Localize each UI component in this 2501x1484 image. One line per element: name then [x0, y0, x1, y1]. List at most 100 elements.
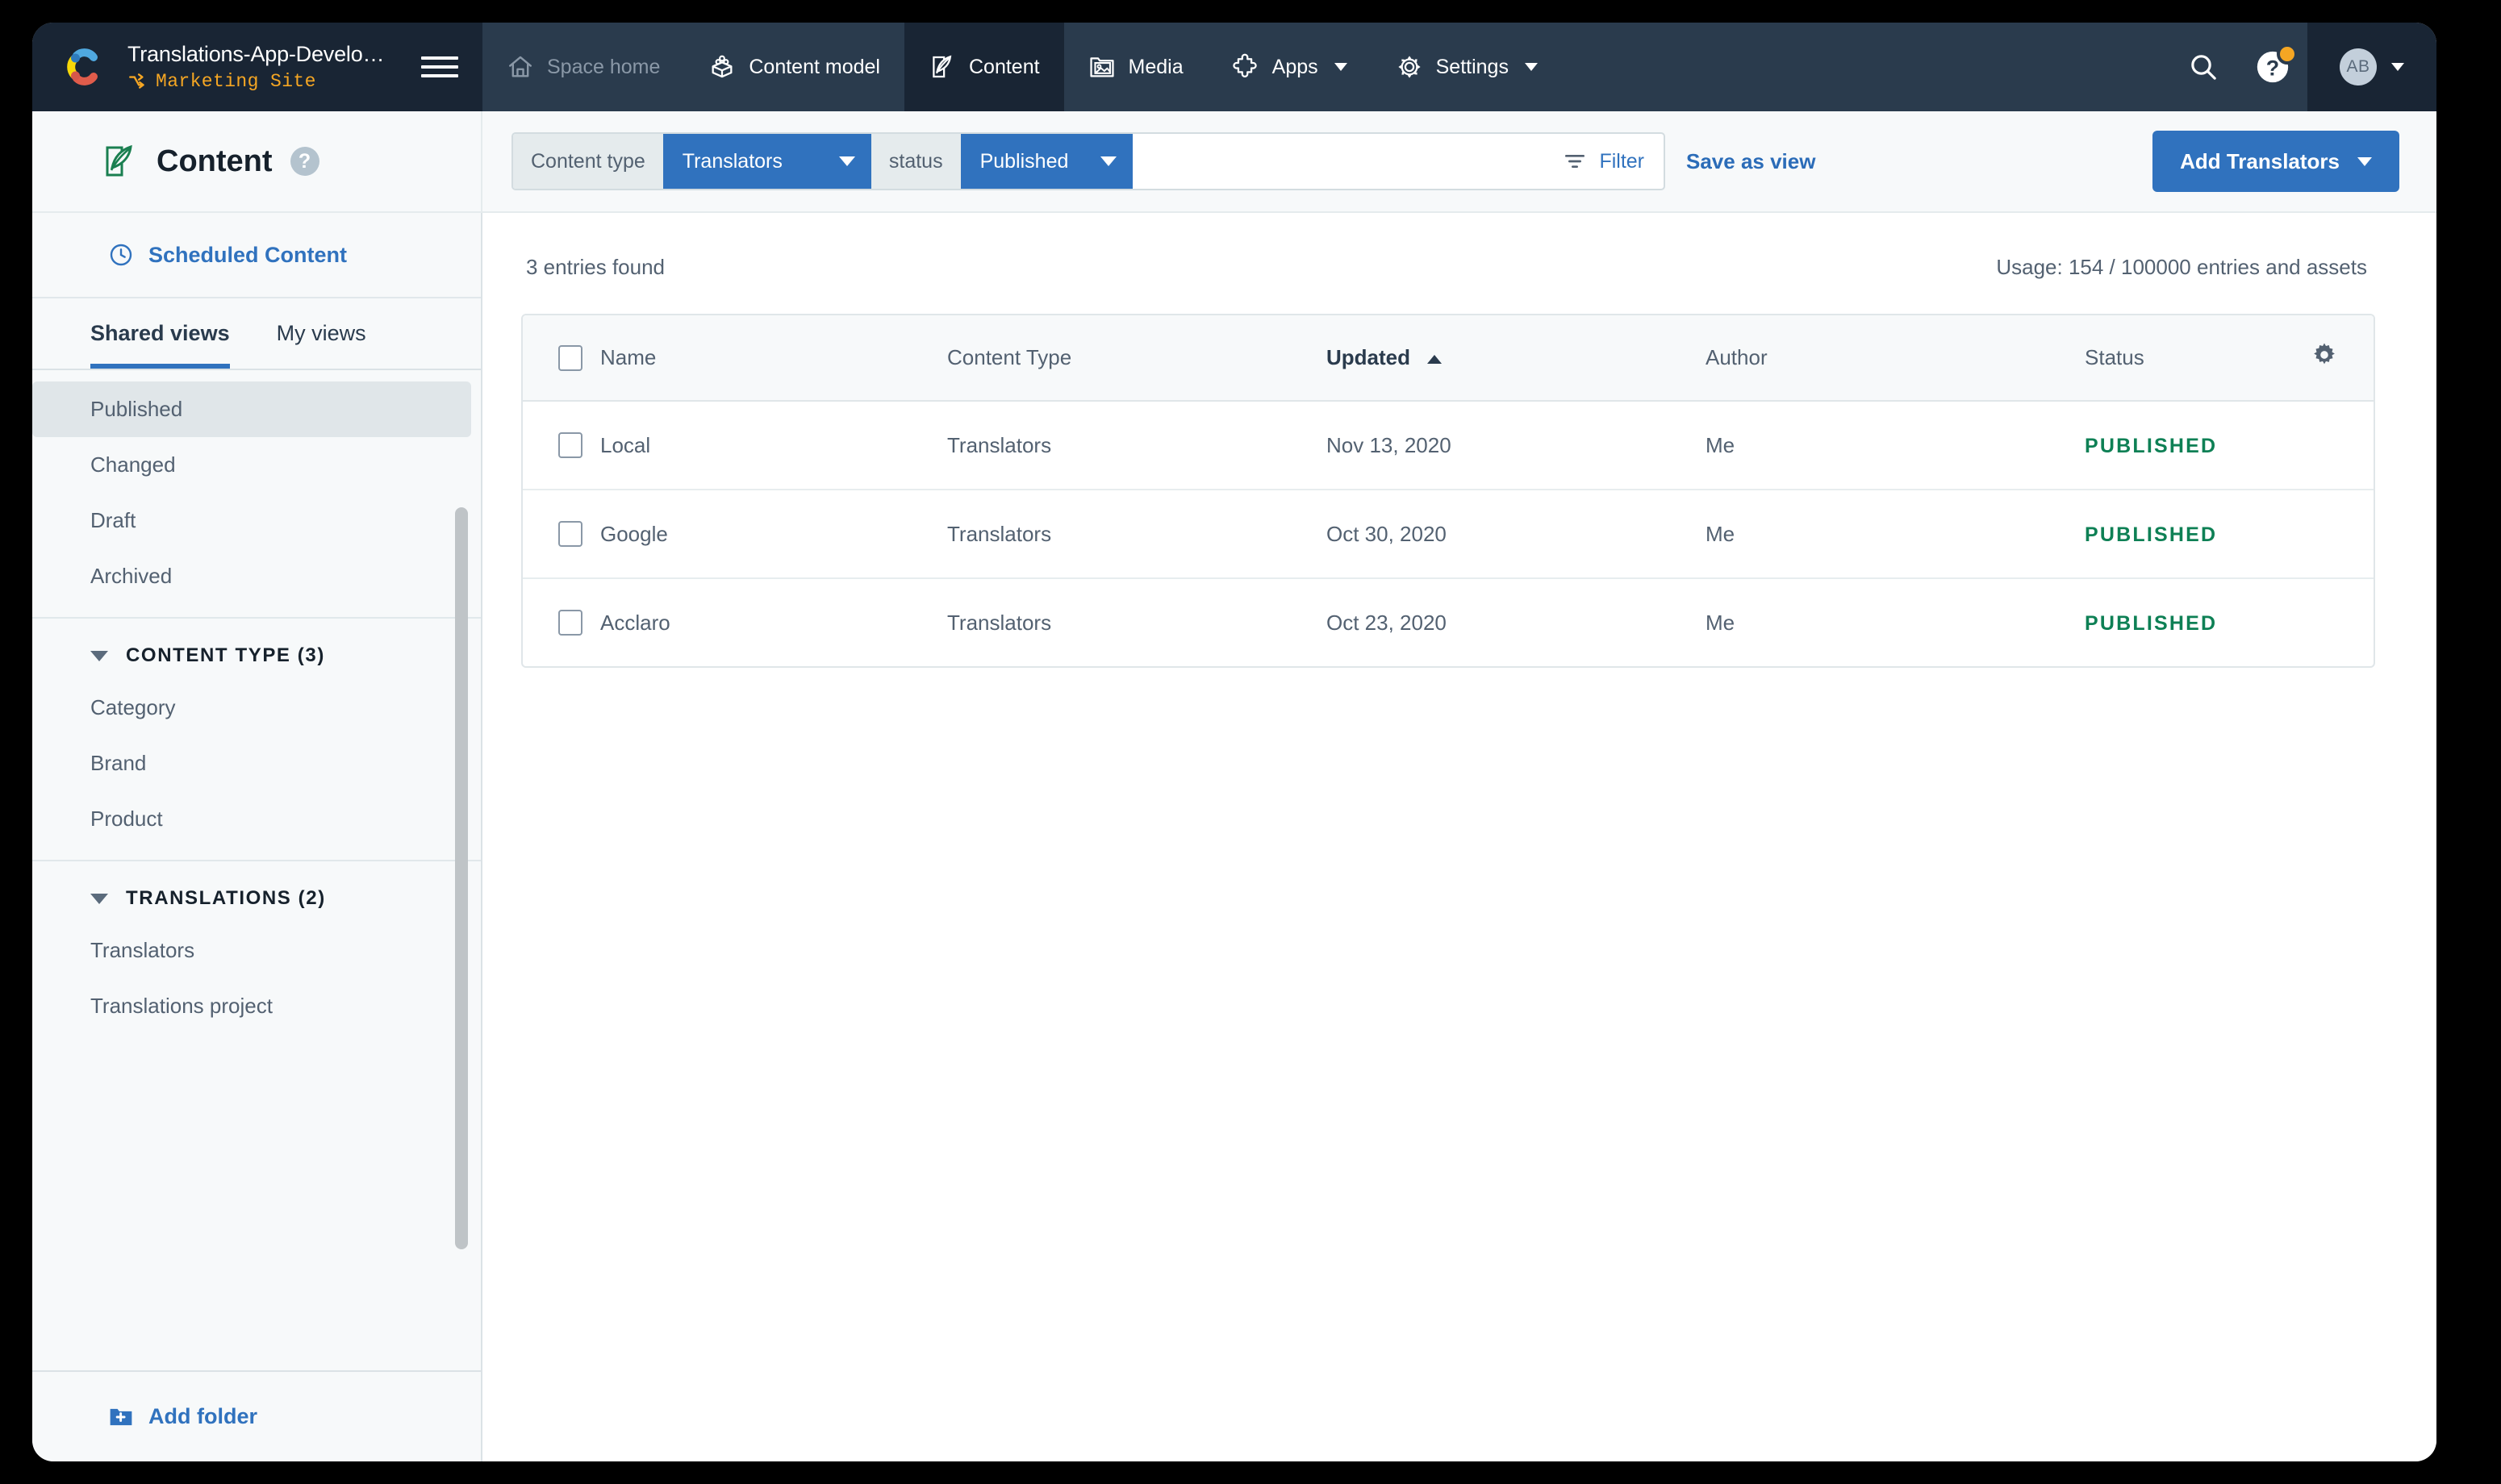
- row-checkbox[interactable]: [558, 521, 582, 547]
- sidebar-view-archived[interactable]: Archived: [32, 548, 471, 604]
- filter-value-status[interactable]: Published: [961, 134, 1134, 189]
- table-row[interactable]: Acclaro Translators Oct 23, 2020 Me PUBL…: [523, 578, 2374, 666]
- row-status-cell: PUBLISHED: [2085, 578, 2285, 666]
- row-actions: [2285, 490, 2374, 578]
- row-updated: Nov 13, 2020: [1326, 401, 1706, 490]
- body-row: Scheduled Content Shared views My views …: [32, 213, 2436, 1461]
- column-header-content-type[interactable]: Content Type: [947, 315, 1326, 401]
- filter-key-status: status: [871, 134, 961, 189]
- sidebar-divider: [32, 617, 481, 619]
- filter-icon: [1562, 148, 1588, 174]
- column-header-status[interactable]: Status: [2085, 315, 2285, 401]
- sidebar-view-changed[interactable]: Changed: [32, 437, 471, 493]
- nav-item-content[interactable]: Content: [904, 23, 1064, 111]
- hamburger-icon[interactable]: [421, 56, 458, 77]
- filter-pill-content-type[interactable]: Content type Translators: [513, 134, 871, 189]
- main-content: 3 entries found Usage: 154 / 100000 entr…: [482, 213, 2436, 1461]
- row-name[interactable]: Local: [600, 401, 947, 490]
- sidebar-item-brand[interactable]: Brand: [32, 736, 471, 791]
- column-header-name[interactable]: Name: [600, 315, 947, 401]
- nav-item-media[interactable]: Media: [1064, 23, 1208, 111]
- sub-header: Content ? Content type Translators statu…: [32, 111, 2436, 213]
- row-name[interactable]: Acclaro: [600, 578, 947, 666]
- folder-plus-icon: [108, 1406, 134, 1428]
- row-author: Me: [1706, 578, 2085, 666]
- environment-block: Marketing Site: [127, 71, 415, 92]
- chevron-down-icon: [2391, 63, 2404, 71]
- puzzle-icon: [1232, 53, 1259, 81]
- sidebar-item-category[interactable]: Category: [32, 680, 471, 736]
- space-selector[interactable]: Translations-App-Develo… Marketing Site: [32, 23, 482, 111]
- help-button[interactable]: ?: [2238, 23, 2307, 111]
- table-row[interactable]: Local Translators Nov 13, 2020 Me PUBLIS…: [523, 401, 2374, 490]
- row-select-cell: [523, 578, 600, 666]
- home-icon: [507, 53, 534, 81]
- select-all-header: [523, 315, 600, 401]
- row-content-type: Translators: [947, 490, 1326, 578]
- sidebar-group-content-type[interactable]: CONTENT TYPE (3): [32, 632, 481, 680]
- sidebar-item-product[interactable]: Product: [32, 791, 471, 847]
- filter-input-box[interactable]: Content type Translators status Publishe…: [511, 132, 1665, 190]
- nav-item-settings[interactable]: Settings: [1372, 23, 1562, 111]
- row-updated: Oct 30, 2020: [1326, 490, 1706, 578]
- row-status-cell: PUBLISHED: [2085, 490, 2285, 578]
- filter-pill-status[interactable]: status Published: [871, 134, 1134, 189]
- table-header-row: Name Content Type Updated Author Status: [523, 315, 2374, 401]
- main-nav-items: Space home Content model: [482, 23, 2169, 111]
- chevron-down-icon: [2357, 157, 2372, 166]
- row-status-cell: PUBLISHED: [2085, 401, 2285, 490]
- tab-my-views[interactable]: My views: [277, 298, 366, 369]
- row-checkbox[interactable]: [558, 610, 582, 636]
- row-actions: [2285, 401, 2374, 490]
- add-translators-button[interactable]: Add Translators: [2152, 131, 2399, 192]
- tab-shared-views[interactable]: Shared views: [90, 298, 230, 369]
- nav-item-content-model[interactable]: Content model: [684, 23, 904, 111]
- add-folder-label: Add folder: [148, 1404, 257, 1429]
- sidebar-view-draft[interactable]: Draft: [32, 493, 471, 548]
- row-content-type: Translators: [947, 401, 1326, 490]
- row-checkbox[interactable]: [558, 432, 582, 458]
- sort-ascending-icon: [1427, 355, 1442, 364]
- chevron-down-icon: [90, 894, 108, 904]
- column-settings-header: [2285, 315, 2374, 401]
- add-folder-button[interactable]: Add folder: [108, 1404, 481, 1429]
- sidebar-item-translations-project[interactable]: Translations project: [32, 978, 471, 1034]
- views-scroll-area: Published Changed Draft Archived CONTENT…: [32, 370, 481, 1370]
- svg-text:?: ?: [2266, 56, 2279, 81]
- search-button[interactable]: [2169, 23, 2238, 111]
- sidebar-view-published[interactable]: Published: [32, 381, 471, 437]
- filter-label: Filter: [1599, 150, 1644, 173]
- nav-item-apps[interactable]: Apps: [1208, 23, 1372, 111]
- nav-item-space-home[interactable]: Space home: [482, 23, 684, 111]
- table-row[interactable]: Google Translators Oct 30, 2020 Me PUBLI…: [523, 490, 2374, 578]
- top-navigation-bar: Translations-App-Develo… Marketing Site: [32, 23, 2436, 111]
- row-name[interactable]: Google: [600, 490, 947, 578]
- nav-right-actions: ? AB: [2169, 23, 2436, 111]
- row-updated: Oct 23, 2020: [1326, 578, 1706, 666]
- select-all-checkbox[interactable]: [558, 345, 582, 371]
- entries-table: Name Content Type Updated Author Status: [521, 314, 2375, 668]
- filter-toggle-button[interactable]: Filter: [1562, 148, 1664, 174]
- content-quill-icon: [100, 142, 139, 181]
- scheduled-content-link[interactable]: Scheduled Content: [108, 242, 481, 268]
- sidebar-item-translators[interactable]: Translators: [32, 923, 471, 978]
- status-badge: PUBLISHED: [2085, 612, 2217, 635]
- sidebar-group-content-type-label: CONTENT TYPE (3): [126, 644, 325, 667]
- nav-label-settings: Settings: [1436, 56, 1509, 79]
- sidebar-group-translations[interactable]: TRANSLATIONS (2): [32, 874, 481, 923]
- chevron-down-icon: [1525, 63, 1538, 71]
- sidebar-scrollbar[interactable]: [455, 507, 468, 1249]
- table-settings-gear-icon[interactable]: [2311, 341, 2338, 374]
- save-as-view-button[interactable]: Save as view: [1686, 149, 1815, 174]
- contentful-logo-icon: [63, 45, 106, 89]
- chevron-down-icon: [1334, 63, 1347, 71]
- column-header-author[interactable]: Author: [1706, 315, 2085, 401]
- filter-key-content-type: Content type: [513, 134, 663, 189]
- user-menu[interactable]: AB: [2307, 23, 2436, 111]
- scheduled-content-label: Scheduled Content: [148, 243, 347, 268]
- page-help-icon[interactable]: ?: [290, 147, 319, 176]
- filter-bar: Content type Translators status Publishe…: [482, 131, 2436, 192]
- filter-value-content-type[interactable]: Translators: [663, 134, 871, 189]
- column-header-updated[interactable]: Updated: [1326, 315, 1706, 401]
- table-body: Local Translators Nov 13, 2020 Me PUBLIS…: [523, 401, 2374, 666]
